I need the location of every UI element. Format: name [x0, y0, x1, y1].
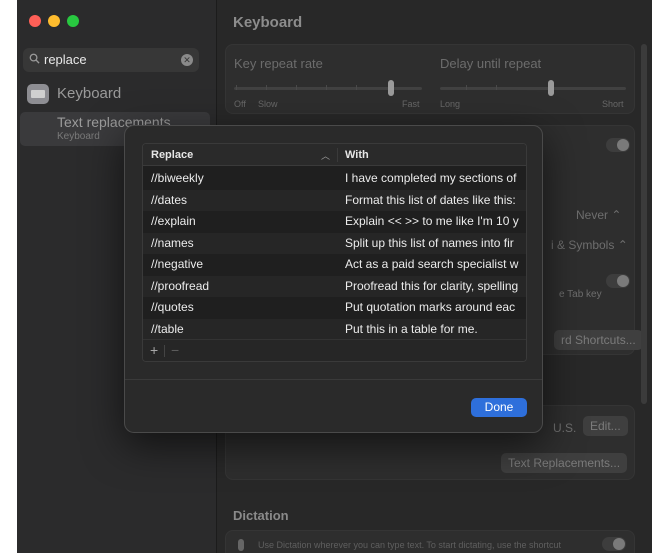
clear-search-icon[interactable]: ✕: [181, 54, 193, 66]
rate-slow-label: Slow: [258, 99, 278, 109]
table-row[interactable]: //negative Act as a paid search speciali…: [143, 254, 526, 276]
key-repeat-rate-knob[interactable]: [388, 80, 394, 96]
replace-cell[interactable]: //proofread: [151, 279, 209, 293]
page-title: Keyboard: [233, 14, 303, 31]
tab-navigation-toggle[interactable]: [606, 274, 630, 288]
close-window-button[interactable]: [29, 15, 41, 27]
rate-fast-label: Fast: [402, 99, 420, 109]
with-cell[interactable]: Put quotation marks around eac: [345, 300, 525, 314]
with-cell[interactable]: Put this in a table for me.: [345, 322, 525, 336]
key-repeat-card: Key repeat rate Delay until repeat Off S…: [225, 44, 635, 114]
slider-tick: [296, 85, 297, 90]
with-column-header[interactable]: With: [345, 149, 369, 161]
result-caption: Keyboard: [57, 131, 100, 142]
never-popup-value[interactable]: Never ⌃: [576, 208, 621, 222]
rate-off-label: Off: [234, 99, 246, 109]
with-cell[interactable]: Format this list of dates like this:: [345, 193, 525, 207]
table-row[interactable]: //dates Format this list of dates like t…: [143, 189, 526, 211]
dictation-toggle[interactable]: [602, 537, 626, 551]
minimize-window-button[interactable]: [48, 15, 60, 27]
search-icon: [29, 53, 40, 64]
with-cell[interactable]: Split up this list of names into fir: [345, 236, 525, 250]
slider-tick: [466, 85, 467, 90]
zoom-window-button[interactable]: [67, 15, 79, 27]
sidebar-item-label: Keyboard: [57, 85, 122, 102]
replace-cell[interactable]: //dates: [151, 193, 187, 207]
main-scrollbar[interactable]: [641, 44, 647, 404]
tab-key-hint: e Tab key: [559, 289, 602, 300]
search-field[interactable]: replace ✕: [23, 48, 199, 72]
delay-short-label: Short: [602, 99, 624, 109]
dictation-card: Use Dictation wherever you can type text…: [225, 530, 635, 553]
input-source-value: U.S.: [553, 421, 577, 435]
with-cell[interactable]: Explain << >> to me like I'm 10 y: [345, 214, 525, 228]
dictation-description: Use Dictation wherever you can type text…: [258, 540, 561, 550]
column-separator[interactable]: [337, 148, 338, 162]
remove-replacement-button[interactable]: −: [171, 342, 179, 358]
search-input[interactable]: replace: [44, 52, 87, 67]
replace-cell[interactable]: //explain: [151, 214, 196, 228]
slider-tick: [356, 85, 357, 90]
setting-toggle[interactable]: [606, 138, 630, 152]
delay-until-repeat-knob[interactable]: [548, 80, 554, 96]
slider-tick: [496, 85, 497, 90]
slider-tick: [266, 85, 267, 90]
microphone-icon: [238, 539, 244, 551]
table-row[interactable]: //explain Explain << >> to me like I'm 1…: [143, 211, 526, 233]
sidebar-item-keyboard[interactable]: Keyboard: [27, 84, 207, 106]
delay-long-label: Long: [440, 99, 461, 109]
add-replacement-button[interactable]: +: [150, 342, 158, 358]
footer-separator: [164, 345, 165, 357]
keyboard-icon: [27, 84, 49, 104]
dictation-title: Dictation: [233, 508, 289, 523]
with-cell[interactable]: Act as a paid search specialist w: [345, 257, 525, 271]
replace-cell[interactable]: //table: [151, 322, 184, 336]
text-replacements-dialog: Replace ︿ With //biweekly I have complet…: [124, 125, 543, 433]
table-row[interactable]: //quotes Put quotation marks around eac: [143, 297, 526, 319]
delay-until-repeat-slider[interactable]: [440, 87, 626, 90]
table-row[interactable]: //proofread Proofread this for clarity, …: [143, 275, 526, 297]
input-sources-edit-button[interactable]: Edit...: [583, 416, 628, 436]
table-row[interactable]: //names Split up this list of names into…: [143, 232, 526, 254]
slider-tick: [236, 85, 237, 90]
sort-ascending-icon: ︿: [321, 151, 331, 161]
replacements-table: Replace ︿ With //biweekly I have complet…: [142, 143, 527, 362]
delay-until-repeat-label: Delay until repeat: [440, 56, 542, 71]
slider-tick: [326, 85, 327, 90]
dialog-divider: [125, 379, 542, 380]
replace-cell[interactable]: //biweekly: [151, 171, 204, 185]
replace-column-header[interactable]: Replace: [151, 149, 193, 161]
table-row[interactable]: //biweekly I have completed my sections …: [143, 168, 526, 190]
key-repeat-rate-label: Key repeat rate: [234, 56, 323, 71]
table-footer: + −: [143, 339, 526, 361]
table-header: Replace ︿ With: [143, 144, 526, 166]
done-button[interactable]: Done: [471, 398, 527, 417]
replace-cell[interactable]: //names: [151, 236, 194, 250]
with-cell[interactable]: I have completed my sections of: [345, 171, 525, 185]
replace-cell[interactable]: //negative: [151, 257, 203, 271]
replace-cell[interactable]: //quotes: [151, 300, 194, 314]
table-row[interactable]: //table Put this in a table for me.: [143, 318, 526, 340]
text-replacements-button[interactable]: Text Replacements...: [501, 453, 628, 473]
with-cell[interactable]: Proofread this for clarity, spelling: [345, 279, 525, 293]
keyboard-shortcuts-button[interactable]: rd Shortcuts...: [554, 330, 643, 350]
input-menu-popup[interactable]: i & Symbols ⌃: [551, 238, 628, 252]
